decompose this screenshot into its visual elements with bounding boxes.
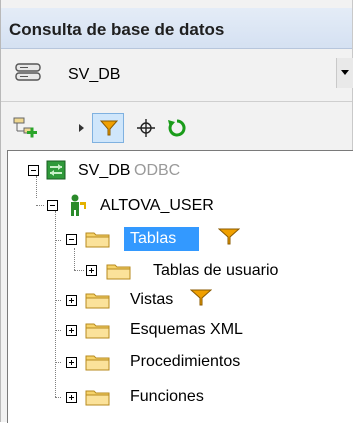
tree-line xyxy=(74,270,84,271)
tree-item-funciones[interactable]: Funciones xyxy=(130,388,204,406)
folder-icon xyxy=(85,232,110,248)
divider xyxy=(1,101,352,102)
tree-item-tablas[interactable]: Tablas xyxy=(130,230,176,248)
expand-toggle[interactable] xyxy=(66,325,77,336)
tree-user-label[interactable]: ALTOVA_USER xyxy=(100,197,214,215)
tree-line xyxy=(55,397,61,398)
collapse-toggle[interactable] xyxy=(66,234,77,245)
tree-line xyxy=(55,330,61,331)
expand-toggle[interactable] xyxy=(66,357,77,368)
tree-item-tablas-de-usuario[interactable]: Tablas de usuario xyxy=(153,262,278,280)
chevron-right-icon[interactable] xyxy=(78,123,86,133)
folder-icon xyxy=(85,293,110,309)
tree-item-esquemas-xml[interactable]: Esquemas XML xyxy=(130,321,243,339)
tree-item-vistas[interactable]: Vistas xyxy=(130,291,173,309)
folder-icon xyxy=(85,355,110,371)
filter-icon xyxy=(190,289,212,306)
database-icon xyxy=(15,63,41,81)
folder-icon xyxy=(106,264,131,280)
tree-root-tag: ODBC xyxy=(134,162,181,179)
add-connection-icon[interactable] xyxy=(12,116,38,140)
folder-icon xyxy=(85,390,110,406)
tree-root-label[interactable]: SV_DB xyxy=(78,162,130,180)
title-bar: Consulta de base de datos xyxy=(1,8,352,49)
tree-line xyxy=(55,362,61,363)
expand-toggle[interactable] xyxy=(66,295,77,306)
filter-icon[interactable] xyxy=(99,118,119,138)
tree-line xyxy=(74,248,75,270)
expand-toggle[interactable] xyxy=(86,265,97,276)
collapse-toggle[interactable] xyxy=(47,200,58,211)
filter-icon xyxy=(218,228,240,245)
tree-line xyxy=(55,300,61,301)
tree-line xyxy=(36,176,37,198)
database-tree xyxy=(7,150,353,423)
expand-toggle[interactable] xyxy=(66,392,77,403)
datasource-name[interactable]: SV_DB xyxy=(68,66,120,84)
tree-line xyxy=(36,205,44,206)
chevron-down-icon[interactable] xyxy=(336,58,353,88)
tree-item-procedimientos[interactable]: Procedimientos xyxy=(130,353,240,371)
datasource-selector[interactable] xyxy=(1,50,352,94)
folder-icon xyxy=(85,323,110,339)
odbc-connection-icon xyxy=(46,160,66,180)
refresh-icon[interactable] xyxy=(166,117,188,139)
collapse-toggle[interactable] xyxy=(28,165,39,176)
user-icon xyxy=(71,194,86,216)
tree-line xyxy=(55,211,56,397)
tree-line xyxy=(55,240,61,241)
locate-icon[interactable] xyxy=(136,118,156,138)
panel-title: Consulta de base de datos xyxy=(9,20,225,39)
